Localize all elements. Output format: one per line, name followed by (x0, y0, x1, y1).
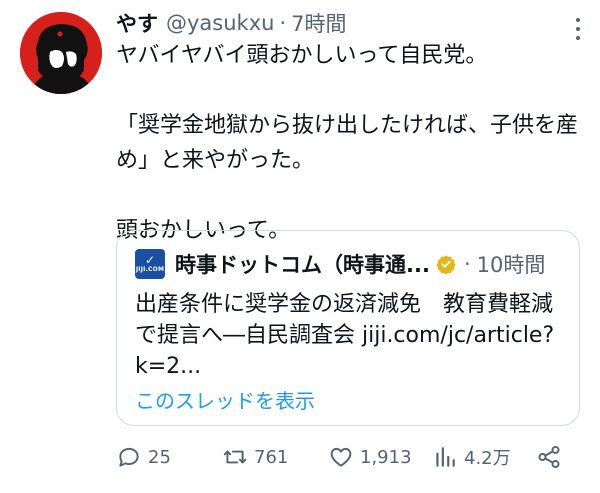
verified-badge-icon (436, 255, 456, 274)
views-button[interactable]: 4.2万 (432, 444, 511, 470)
heart-icon (330, 447, 352, 467)
tweet-text: ヤバイヤバイ頭おかしいって自民党。 「奨学金地獄から抜け出したければ、子供を産め… (116, 43, 579, 243)
share-icon (538, 445, 560, 469)
tweet-time[interactable]: 7時間 (291, 8, 346, 38)
retweet-icon (223, 450, 247, 464)
author-name[interactable]: やす (116, 8, 158, 38)
tweet: やす @yasukxu · 7時間 ヤバイヤバイ頭おかしいって自民党。 「奨学金… (0, 0, 600, 493)
quoted-tweet[interactable]: ✓ JIJI.COM 時事ドットコム（時事通... · 10時間 出産条件に奨学… (116, 230, 580, 426)
avatar[interactable] (20, 12, 102, 94)
author-handle[interactable]: @yasukxu (166, 11, 274, 35)
more-icon[interactable] (576, 18, 582, 40)
quoted-tweet-text: 出産条件に奨学金の返済減免 教育費軽減で提言へ―自民調査会 jiji.com/j… (135, 292, 555, 379)
avatar-portrait-icon (20, 12, 102, 94)
logo-mark-icon: ✓ (144, 253, 156, 267)
views-icon (436, 447, 455, 467)
retweet-button[interactable]: 761 (222, 444, 288, 470)
retweet-count: 761 (254, 446, 289, 468)
quoted-tweet-header: ✓ JIJI.COM 時事ドットコム（時事通... · 10時間 (135, 249, 567, 279)
reply-count: 25 (148, 446, 171, 468)
view-count: 4.2万 (464, 448, 511, 469)
share-button[interactable] (536, 444, 568, 470)
separator: · (279, 11, 287, 35)
reply-icon (119, 447, 139, 467)
show-thread-link[interactable]: このスレッドを表示 (135, 385, 315, 414)
separator: · (463, 252, 471, 276)
quoted-author-name[interactable]: 時事ドットコム（時事通... (175, 249, 430, 279)
reply-button[interactable]: 25 (116, 444, 171, 470)
action-bar: 25 761 1,913 4.2万 (116, 444, 576, 474)
like-count: 1,913 (360, 446, 412, 468)
logo-text: JIJI.COM (135, 266, 165, 273)
like-button[interactable]: 1,913 (328, 444, 412, 470)
quoted-author-logo[interactable]: ✓ JIJI.COM (135, 249, 165, 279)
quoted-tweet-time[interactable]: 10時間 (477, 249, 546, 279)
tweet-header: やす @yasukxu · 7時間 (116, 8, 580, 38)
